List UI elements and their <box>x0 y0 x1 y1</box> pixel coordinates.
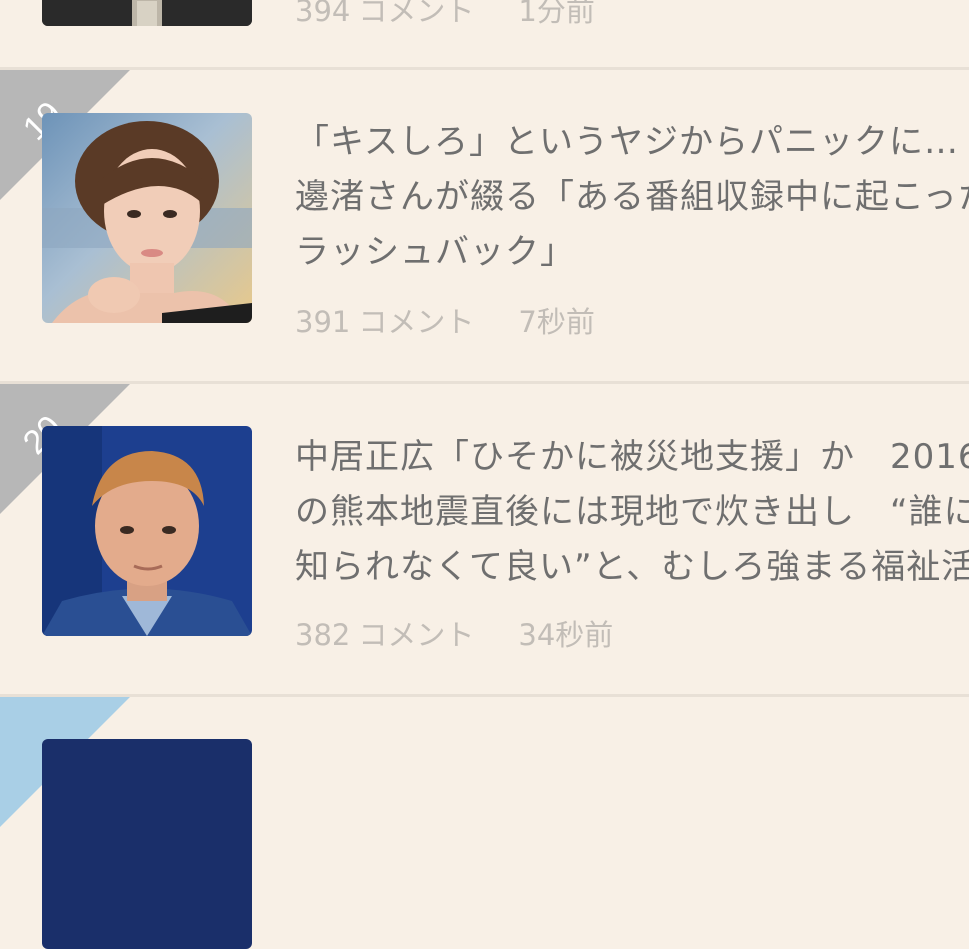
timestamp: 7秒前 <box>518 305 595 339</box>
article-thumbnail[interactable] <box>42 0 252 26</box>
article-ranking-list: 394コメント 1分前 19 <box>0 0 969 949</box>
article-thumbnail[interactable] <box>42 426 252 636</box>
article-thumbnail[interactable] <box>42 113 252 323</box>
article-meta: 382 コメント 34秒前 <box>295 612 635 654</box>
list-item[interactable]: 19 <box>0 70 969 381</box>
list-item[interactable]: 394 コメント 1分前 <box>0 0 969 68</box>
list-item[interactable]: 20 中居正広「ひそかに被災 <box>0 384 969 694</box>
article-thumbnail[interactable] <box>42 739 252 949</box>
list-item[interactable] <box>0 697 969 949</box>
article-title[interactable]: 「キスしろ」というヤジからパニックに… 邊渚さんが綴る「ある番組収録中に起こった… <box>295 115 969 280</box>
comment-count: 391 コメント <box>295 305 475 339</box>
comment-count: 382 コメント <box>295 618 475 652</box>
timestamp: 34秒前 <box>518 618 614 652</box>
article-meta: 394 コメント 1分前 <box>295 0 617 30</box>
article-meta: 391 コメント 7秒前 <box>295 299 617 341</box>
timestamp: 1分前 <box>518 0 595 28</box>
comment-count: 394 コメント <box>295 0 475 28</box>
article-title[interactable]: 中居正広「ひそかに被災地支援」か 2016 の熊本地震直後には現地で炊き出し “… <box>295 430 969 595</box>
